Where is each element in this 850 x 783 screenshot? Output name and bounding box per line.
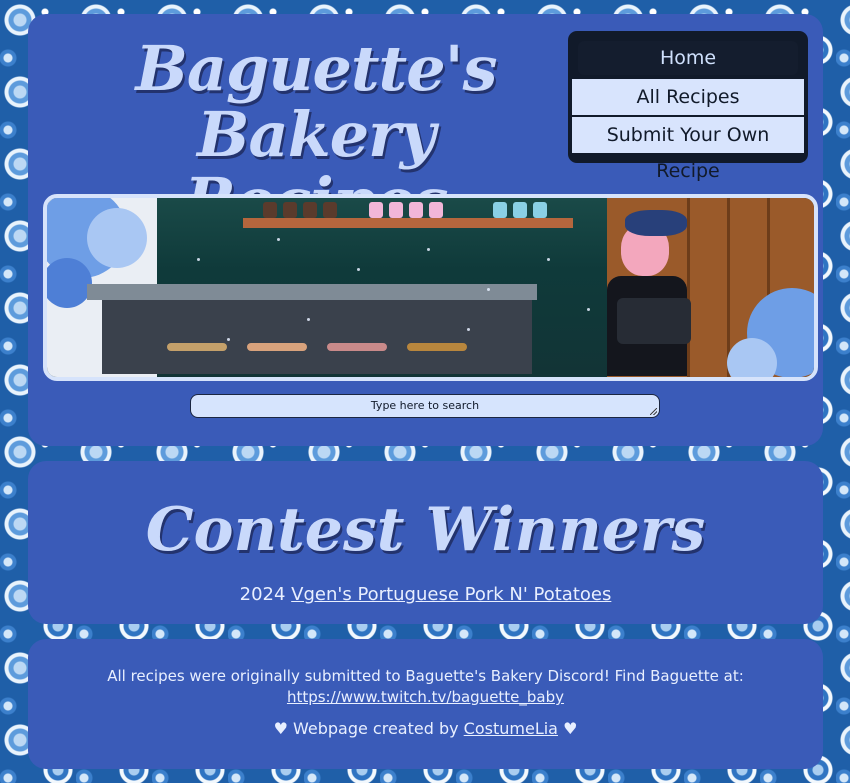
contest-winner-line: 2024 Vgen's Portuguese Pork N' Potatoes [28, 584, 823, 605]
nav-all-recipes-link[interactable]: All Recipes [572, 79, 804, 115]
credit-suffix: ♥ [563, 719, 578, 738]
site-title-line1: Baguette's Bakery [135, 32, 497, 171]
credit-prefix: ♥ Webpage created by [273, 719, 459, 738]
nav-home-link[interactable]: Home [578, 41, 798, 75]
resize-grip-icon[interactable] [650, 408, 657, 415]
bakery-banner-image [43, 194, 818, 381]
footer-panel: All recipes were originally submitted to… [28, 639, 823, 769]
footer-credit-text: All recipes were originally submitted to… [28, 666, 823, 708]
search-placeholder: Type here to search [370, 399, 480, 412]
search-input[interactable]: Type here to search [190, 394, 660, 418]
nav-menu: Home All Recipes Submit Your Own Recipe [568, 31, 808, 182]
contest-title: Contest Winners [145, 495, 706, 565]
footer-author-line: ♥ Webpage created by CostumeLia ♥ [28, 719, 823, 738]
contest-year: 2024 [239, 584, 286, 605]
nav-submit-recipe-link[interactable]: Submit Your Own Recipe [572, 117, 804, 182]
footer-description: All recipes were originally submitted to… [107, 667, 744, 685]
twitch-link[interactable]: https://www.twitch.tv/baguette_baby [287, 688, 564, 706]
contest-winner-link[interactable]: Vgen's Portuguese Pork N' Potatoes [291, 584, 611, 605]
header-panel: Baguette's Bakery Recipes Home All Recip… [28, 14, 823, 446]
costumelia-link[interactable]: CostumeLia [464, 719, 558, 738]
contest-panel: Contest Winners 2024 Vgen's Portuguese P… [28, 461, 823, 624]
